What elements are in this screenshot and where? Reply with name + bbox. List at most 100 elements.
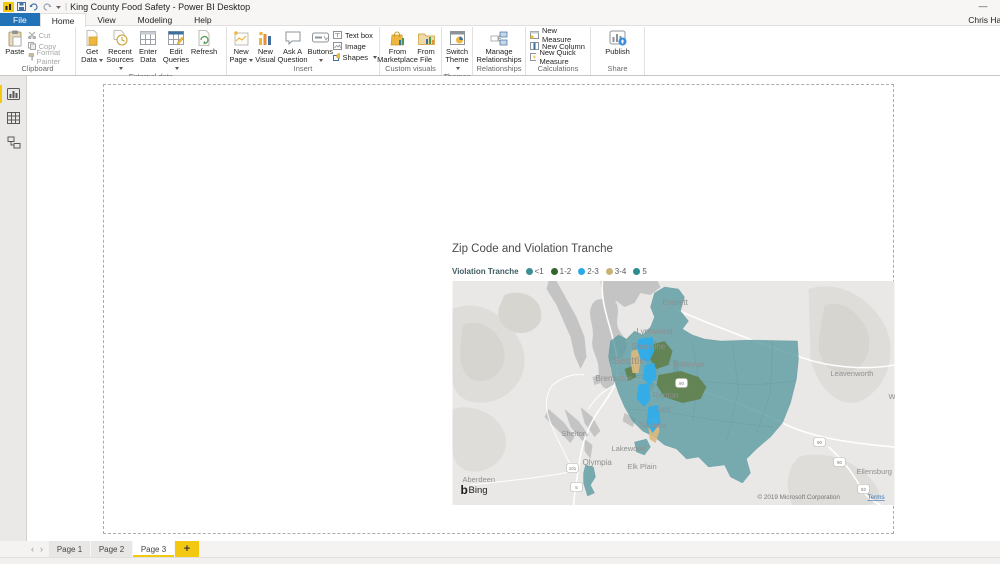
- recent-sources-button[interactable]: Recent Sources: [106, 28, 134, 72]
- map-terms-link[interactable]: Terms: [868, 494, 885, 501]
- legend-item[interactable]: 2-3: [578, 267, 599, 276]
- from-file-button[interactable]: From File: [413, 28, 439, 64]
- publish-button[interactable]: Publish: [603, 28, 633, 56]
- page-tab-3[interactable]: Page 3: [133, 541, 175, 557]
- edit-queries-button[interactable]: Edit Queries: [162, 28, 190, 72]
- svg-text:90: 90: [837, 460, 843, 465]
- map-city-label: Seattle: [613, 355, 646, 367]
- page-tab-bar: ‹ › Page 1 Page 2 Page 3 +: [0, 541, 1000, 557]
- new-measure-button[interactable]: New Measure: [530, 30, 588, 40]
- shapes-button[interactable]: Shapes: [333, 52, 377, 62]
- legend-item[interactable]: 5: [633, 267, 646, 276]
- legend-swatch: [606, 268, 613, 275]
- group-calculations: New Measure New Column New Quick Measure…: [526, 27, 591, 75]
- map-city-label: Tacoma: [639, 421, 668, 430]
- report-view-icon: [7, 88, 20, 100]
- legend-title: Violation Tranche: [452, 267, 519, 276]
- tab-help[interactable]: Help: [183, 13, 222, 26]
- tab-file[interactable]: File: [0, 13, 40, 26]
- ribbon: Paste Cut Copy Format Painter: [0, 27, 1000, 76]
- image-button[interactable]: Image: [333, 41, 377, 51]
- map-city-label: W: [889, 392, 896, 401]
- report-canvas[interactable]: Zip Code and Violation Tranche Violation…: [28, 76, 1000, 541]
- new-measure-icon: [530, 31, 539, 39]
- manage-relationships-icon: [490, 28, 508, 48]
- legend-item[interactable]: 1-2: [551, 267, 572, 276]
- format-painter-button[interactable]: Format Painter: [28, 52, 73, 62]
- page-nav-prev-icon[interactable]: ‹: [31, 544, 34, 554]
- cut-icon: [28, 31, 36, 39]
- legend-item[interactable]: <1: [526, 267, 544, 276]
- map-canvas[interactable]: EverettLynnwoodShorelineSeattleBellevueB…: [452, 281, 895, 505]
- window-title: King County Food Safety - Power BI Deskt…: [70, 2, 250, 12]
- minimize-button[interactable]: —: [976, 1, 990, 11]
- group-custom-visuals: From Marketplace From File Custom visual…: [380, 27, 442, 75]
- legend-item[interactable]: 3-4: [606, 267, 627, 276]
- get-data-icon: [85, 28, 99, 48]
- legend-label: 5: [642, 267, 646, 276]
- buttons-button[interactable]: Buttons: [308, 28, 333, 64]
- data-view-button[interactable]: [0, 106, 27, 130]
- group-share: Publish Share: [591, 27, 645, 75]
- switch-theme-button[interactable]: Switch Theme: [444, 28, 470, 72]
- image-icon: [333, 42, 342, 50]
- page-tab-1[interactable]: Page 1: [49, 541, 91, 557]
- from-marketplace-label: From Marketplace: [377, 48, 418, 64]
- model-view-button[interactable]: [0, 130, 27, 154]
- map-city-label: Olympia: [583, 458, 613, 467]
- legend-swatch: [551, 268, 558, 275]
- ribbon-tab-bar: File Home View Modeling Help Chris Han: [0, 13, 1000, 26]
- tab-modeling[interactable]: Modeling: [127, 13, 184, 26]
- switch-theme-icon: [450, 28, 465, 48]
- route-shield: 90: [814, 438, 826, 447]
- route-shield: 101: [567, 464, 579, 473]
- save-icon[interactable]: [17, 2, 26, 11]
- map-city-label: Kent: [655, 405, 672, 414]
- new-page-label: New Page: [229, 48, 253, 64]
- buttons-icon: [312, 28, 329, 48]
- page-tab-2[interactable]: Page 2: [91, 541, 133, 557]
- new-visual-button[interactable]: New Visual: [253, 28, 277, 64]
- signed-in-user[interactable]: Chris Han: [968, 13, 1000, 26]
- shapes-label: Shapes: [343, 53, 368, 62]
- map-city-label: Shoreline: [632, 342, 666, 351]
- route-shield: 82: [858, 485, 870, 494]
- undo-icon[interactable]: [29, 2, 39, 11]
- group-relationships: Manage Relationships Relationships: [473, 27, 526, 75]
- legend-label: 2-3: [587, 267, 599, 276]
- new-page-button[interactable]: New Page: [229, 28, 253, 64]
- ask-a-question-icon: [285, 28, 301, 48]
- map-city-label: Bremerton: [596, 374, 633, 383]
- quick-access-dropdown-icon[interactable]: [55, 3, 62, 11]
- edit-queries-icon: [168, 28, 184, 48]
- redo-icon[interactable]: [42, 2, 52, 11]
- map-city-label: Bellevue: [674, 360, 705, 369]
- legend-items: <1 1-2 2-3 3-4 5: [526, 267, 654, 276]
- tab-view[interactable]: View: [86, 13, 126, 26]
- refresh-icon: [197, 28, 212, 48]
- copy-icon: [28, 42, 36, 50]
- ask-a-question-button[interactable]: Ask A Question: [278, 28, 308, 64]
- enter-data-button[interactable]: Enter Data: [134, 28, 162, 64]
- refresh-button[interactable]: Refresh: [190, 28, 218, 56]
- cut-button[interactable]: Cut: [28, 30, 73, 40]
- tab-home[interactable]: Home: [40, 13, 87, 27]
- manage-relationships-button[interactable]: Manage Relationships: [479, 28, 519, 64]
- get-data-button[interactable]: Get Data: [78, 28, 106, 64]
- svg-text:90: 90: [817, 440, 823, 445]
- titlebar-separator: |: [65, 2, 67, 11]
- map-city-label: Leavenworth: [831, 369, 874, 378]
- image-label: Image: [345, 42, 366, 51]
- map-city-label: Lakewood: [612, 444, 646, 453]
- new-quick-measure-button[interactable]: New Quick Measure: [530, 52, 588, 62]
- map-city-label: Everett: [663, 298, 689, 307]
- report-page[interactable]: Zip Code and Violation Tranche Violation…: [103, 84, 894, 534]
- from-marketplace-button[interactable]: From Marketplace: [382, 28, 413, 64]
- map-visual[interactable]: Zip Code and Violation Tranche Violation…: [452, 243, 895, 506]
- text-box-button[interactable]: Text box: [333, 30, 377, 40]
- new-page-tab-button[interactable]: +: [175, 541, 199, 557]
- page-nav-next-icon[interactable]: ›: [40, 544, 43, 554]
- report-view-button[interactable]: [0, 82, 27, 106]
- get-data-label: Get Data: [78, 48, 106, 64]
- paste-button[interactable]: Paste: [2, 28, 28, 56]
